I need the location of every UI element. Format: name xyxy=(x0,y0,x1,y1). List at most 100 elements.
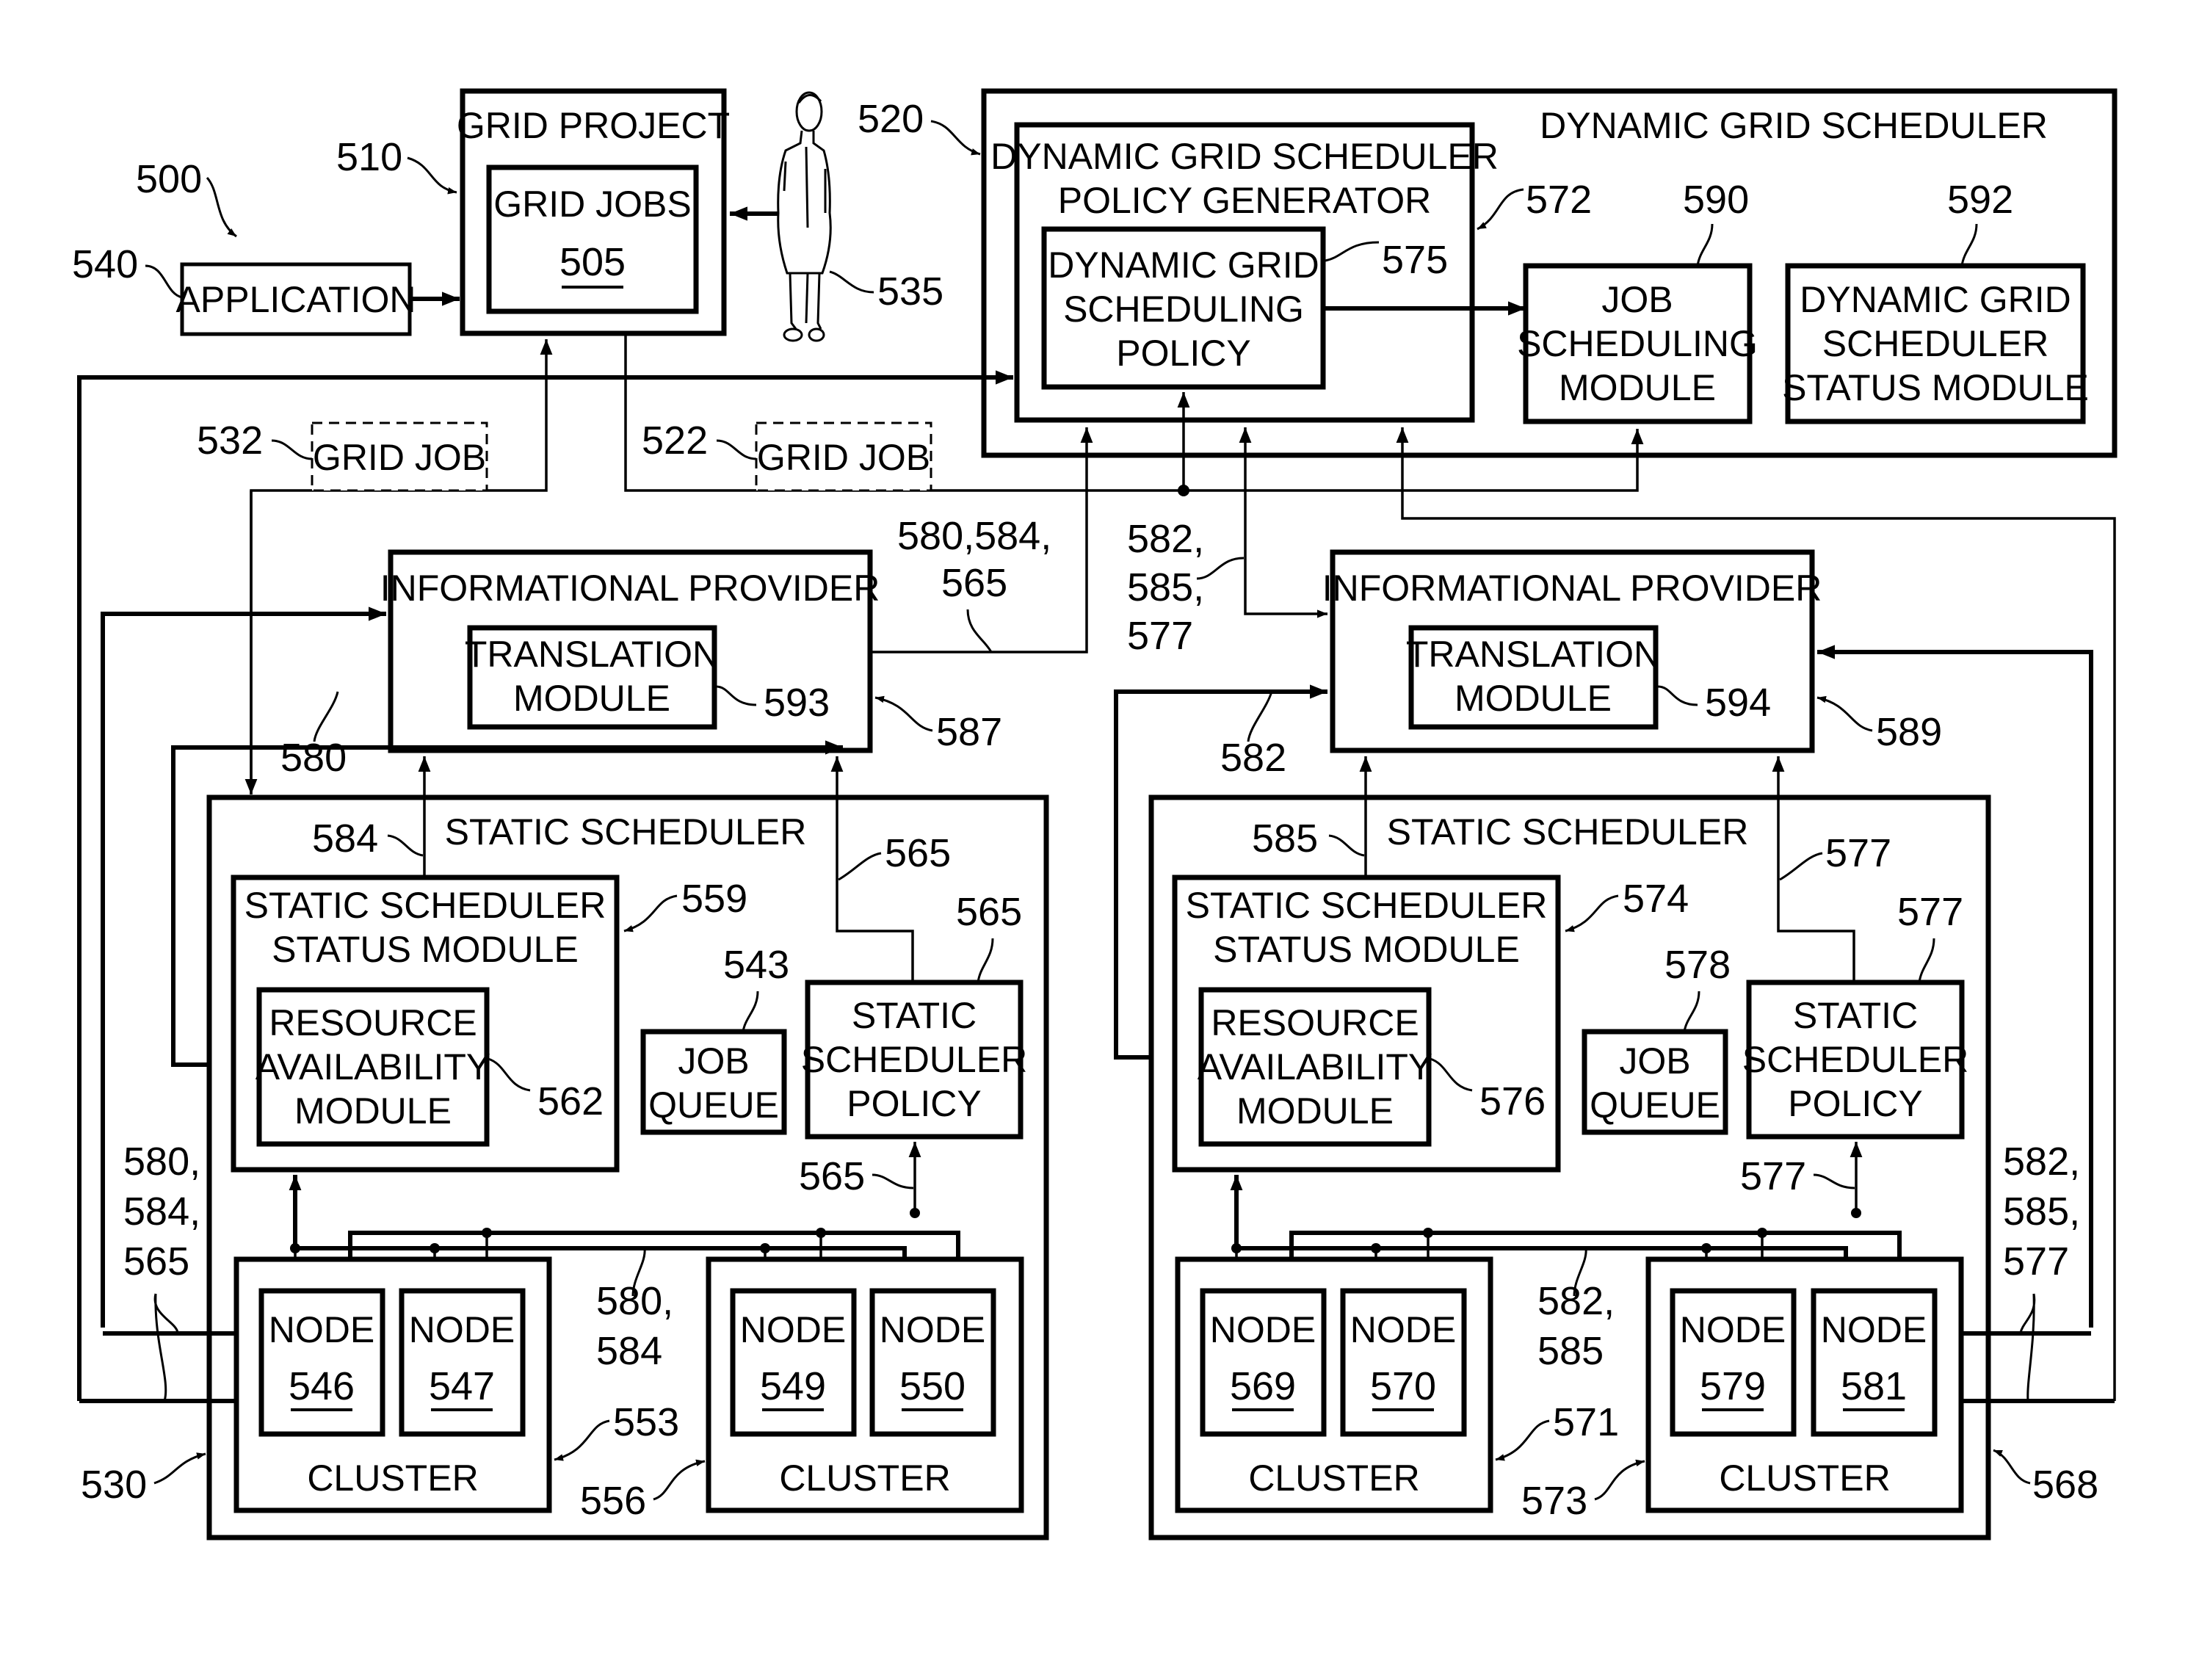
user-leader xyxy=(829,270,874,294)
node-569-label: NODE xyxy=(1210,1309,1316,1350)
node-549-ref: 549 xyxy=(760,1364,826,1408)
dgs-leader xyxy=(930,120,981,156)
left-static-scheduler-leader xyxy=(153,1452,206,1485)
right-info-provider-label: INFORMATIONAL PROVIDER xyxy=(1322,568,1822,609)
right-provider-in-label: 582 xyxy=(1220,736,1286,780)
grid-job-right-ref: 522 xyxy=(642,419,708,463)
right-job-queue-line1: JOB xyxy=(1619,1040,1690,1082)
left-ss-policy-ref: 565 xyxy=(956,890,1022,934)
left-ss-policy-line1: STATIC xyxy=(852,995,977,1036)
right-ss-policy-ref: 577 xyxy=(1897,890,1963,934)
node-550-ref: 550 xyxy=(899,1364,966,1408)
right-info-provider-leader xyxy=(1816,695,1873,732)
right-translation-ref: 594 xyxy=(1705,681,1771,725)
left-side-label2: 584, xyxy=(123,1190,200,1234)
jsm-line2: SCHEDULING xyxy=(1517,323,1758,364)
left-info-provider-ref: 587 xyxy=(936,710,1002,754)
right-side-label3: 577 xyxy=(2003,1239,2069,1283)
cluster-556-label: CLUSTER xyxy=(779,1458,950,1499)
grid-job-right-label: GRID JOB xyxy=(757,437,930,478)
right-bus-policy-ref: 577 xyxy=(1740,1154,1806,1198)
dynamic-grid-scheduler-label: DYNAMIC GRID SCHEDULER xyxy=(1540,105,2048,146)
dgs-status-line1: DYNAMIC GRID xyxy=(1800,279,2071,320)
left-resource-line3: MODULE xyxy=(294,1090,452,1132)
right-bus-label2: 585 xyxy=(1537,1329,1604,1373)
dgs-status-line3: STATUS MODULE xyxy=(1782,367,2089,408)
node-570-label: NODE xyxy=(1350,1309,1456,1350)
person-icon xyxy=(777,91,832,342)
grid-scheduling-diagram: 500 540 APPLICATION 510 GRID PROJECT GRI… xyxy=(72,88,2118,1540)
node-546-ref: 546 xyxy=(289,1364,355,1408)
right-ss-status-line2: STATUS MODULE xyxy=(1213,929,1520,970)
cluster-573-ref: 573 xyxy=(1521,1479,1587,1523)
right-ss-policy-line1: STATIC xyxy=(1793,995,1918,1036)
right-provider-link-label2: 585, xyxy=(1127,565,1204,609)
grid-project-leader xyxy=(407,156,457,195)
grid-job-left-leader xyxy=(271,439,313,460)
left-ss-policy-line3: POLICY xyxy=(847,1083,981,1124)
node-546-label: NODE xyxy=(269,1309,374,1350)
cluster-571-label: CLUSTER xyxy=(1248,1458,1419,1499)
jsm-line1: JOB xyxy=(1601,279,1673,320)
dsp-line3: POLICY xyxy=(1116,333,1250,374)
right-resource-line2: AVAILABILITY xyxy=(1198,1046,1433,1087)
left-job-queue-line1: JOB xyxy=(678,1040,749,1082)
dgs-status-line2: SCHEDULER xyxy=(1822,323,2048,364)
right-side-label1: 582, xyxy=(2003,1140,2080,1184)
left-ss-status-ref: 559 xyxy=(681,877,747,921)
right-ss-status-ref: 574 xyxy=(1623,877,1689,921)
grid-job-left-ref: 532 xyxy=(197,419,263,463)
left-ss-status-line2: STATUS MODULE xyxy=(272,929,579,970)
figure-ref: 500 xyxy=(136,157,202,201)
jsm-ref: 590 xyxy=(1683,178,1749,222)
dynamic-grid-scheduler-ref: 520 xyxy=(858,97,924,141)
left-provider-link-label1: 580,584, xyxy=(897,514,1051,558)
right-status-link-ref: 585 xyxy=(1252,817,1318,861)
right-provider-in-leader xyxy=(1247,691,1273,742)
right-ss-policy-line3: POLICY xyxy=(1788,1083,1922,1124)
grid-project-label: GRID PROJECT xyxy=(457,105,730,146)
right-side-label2: 585, xyxy=(2003,1190,2080,1234)
dsp-line2: SCHEDULING xyxy=(1063,289,1304,330)
left-resource-line1: RESOURCE xyxy=(269,1002,477,1043)
left-policy-link-ref: 565 xyxy=(885,831,951,875)
cluster-553-label: CLUSTER xyxy=(307,1458,478,1499)
figure-ref-leader xyxy=(206,176,237,238)
node-547-ref: 547 xyxy=(429,1364,495,1408)
left-translation-line1: TRANSLATION xyxy=(465,634,719,675)
node-569-ref: 569 xyxy=(1230,1364,1296,1408)
policy-generator-ref: 572 xyxy=(1526,178,1592,222)
grid-project-ref: 510 xyxy=(336,135,402,179)
right-translation-line2: MODULE xyxy=(1455,678,1612,719)
right-policy-link-ref: 577 xyxy=(1825,831,1891,875)
right-static-scheduler-ref: 568 xyxy=(2032,1463,2098,1507)
node-581-label: NODE xyxy=(1821,1309,1927,1350)
left-job-queue-ref: 543 xyxy=(723,943,789,987)
right-static-scheduler-leader xyxy=(1993,1449,2031,1485)
cluster-571-ref: 571 xyxy=(1553,1400,1619,1444)
policy-generator-line1: DYNAMIC GRID SCHEDULER xyxy=(990,136,1499,177)
right-resource-line1: RESOURCE xyxy=(1211,1002,1419,1043)
grid-job-left-label: GRID JOB xyxy=(313,437,486,478)
right-resource-line3: MODULE xyxy=(1236,1090,1394,1132)
left-static-scheduler-ref: 530 xyxy=(81,1463,147,1507)
left-side-label3: 565 xyxy=(123,1239,189,1283)
left-bus-policy-ref: 565 xyxy=(799,1154,865,1198)
right-side-leader xyxy=(2019,1293,2036,1402)
node-547-label: NODE xyxy=(409,1309,515,1350)
left-info-provider-label: INFORMATIONAL PROVIDER xyxy=(380,568,880,609)
grid-job-right-leader xyxy=(716,439,757,460)
application-label: APPLICATION xyxy=(176,279,416,320)
right-job-queue-line2: QUEUE xyxy=(1590,1085,1720,1126)
left-side-label1: 580, xyxy=(123,1140,200,1184)
right-static-scheduler-label: STATIC SCHEDULER xyxy=(1387,811,1749,852)
left-translation-line2: MODULE xyxy=(513,678,670,719)
left-info-provider-leader xyxy=(874,695,933,732)
application-ref: 540 xyxy=(72,242,138,286)
dgs-status-ref: 592 xyxy=(1947,178,2013,222)
node-579-label: NODE xyxy=(1680,1309,1786,1350)
right-ss-status-line1: STATIC SCHEDULER xyxy=(1186,885,1548,926)
left-resource-line2: AVAILABILITY xyxy=(256,1046,491,1087)
grid-jobs-label: GRID JOBS xyxy=(493,184,691,225)
node-550-label: NODE xyxy=(880,1309,985,1350)
